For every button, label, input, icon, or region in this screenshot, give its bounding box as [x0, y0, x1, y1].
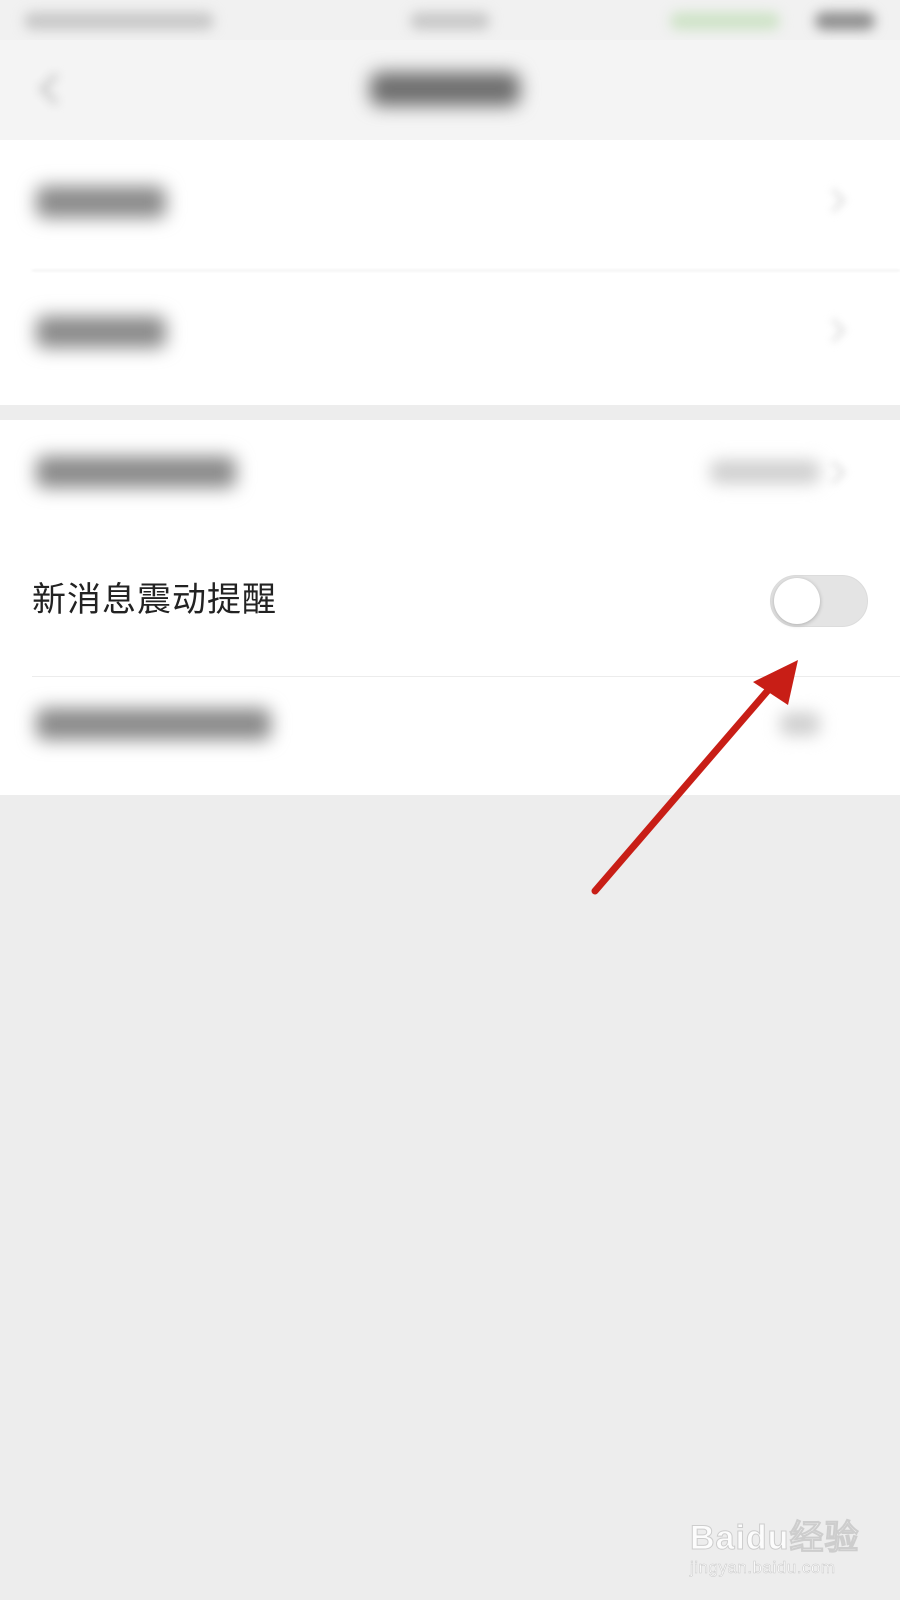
settings-row-blurred-3[interactable] — [0, 420, 900, 550]
baidu-watermark-logo: Baidu经验 jingyan.baidu.com — [688, 1500, 878, 1590]
nav-bar — [0, 40, 900, 140]
settings-row-label-blurred — [36, 708, 271, 740]
chevron-right-icon — [821, 188, 846, 213]
settings-row-value-blurred — [780, 712, 820, 736]
battery-icon — [815, 12, 875, 30]
settings-row-value-blurred — [710, 460, 820, 484]
chevron-right-icon — [821, 318, 846, 343]
watermark-url: jingyan.baidu.com — [690, 1558, 836, 1578]
watermark-brand: Baidu经验 — [689, 1519, 860, 1558]
settings-row-label-blurred — [36, 316, 166, 348]
back-arrow-icon[interactable] — [34, 72, 74, 108]
settings-row-blurred-2[interactable] — [0, 270, 900, 400]
settings-row-blurred-1[interactable] — [0, 140, 900, 270]
status-bar — [0, 0, 900, 40]
signal-icon — [670, 12, 780, 30]
settings-row-label-blurred — [36, 456, 236, 488]
divider — [32, 676, 900, 677]
settings-group-top — [0, 140, 900, 405]
settings-row-label-blurred — [36, 186, 166, 218]
settings-row-blurred-4[interactable] — [0, 670, 900, 800]
page-title — [370, 72, 520, 106]
chevron-right-icon — [821, 460, 846, 485]
toggle-knob — [774, 578, 820, 624]
vibrate-label: 新消息震动提醒 — [32, 580, 277, 620]
status-time-carrier — [24, 12, 214, 30]
vibrate-toggle[interactable] — [770, 575, 868, 627]
status-center-text — [410, 12, 490, 30]
settings-row-vibrate[interactable]: 新消息震动提醒 — [0, 538, 900, 664]
